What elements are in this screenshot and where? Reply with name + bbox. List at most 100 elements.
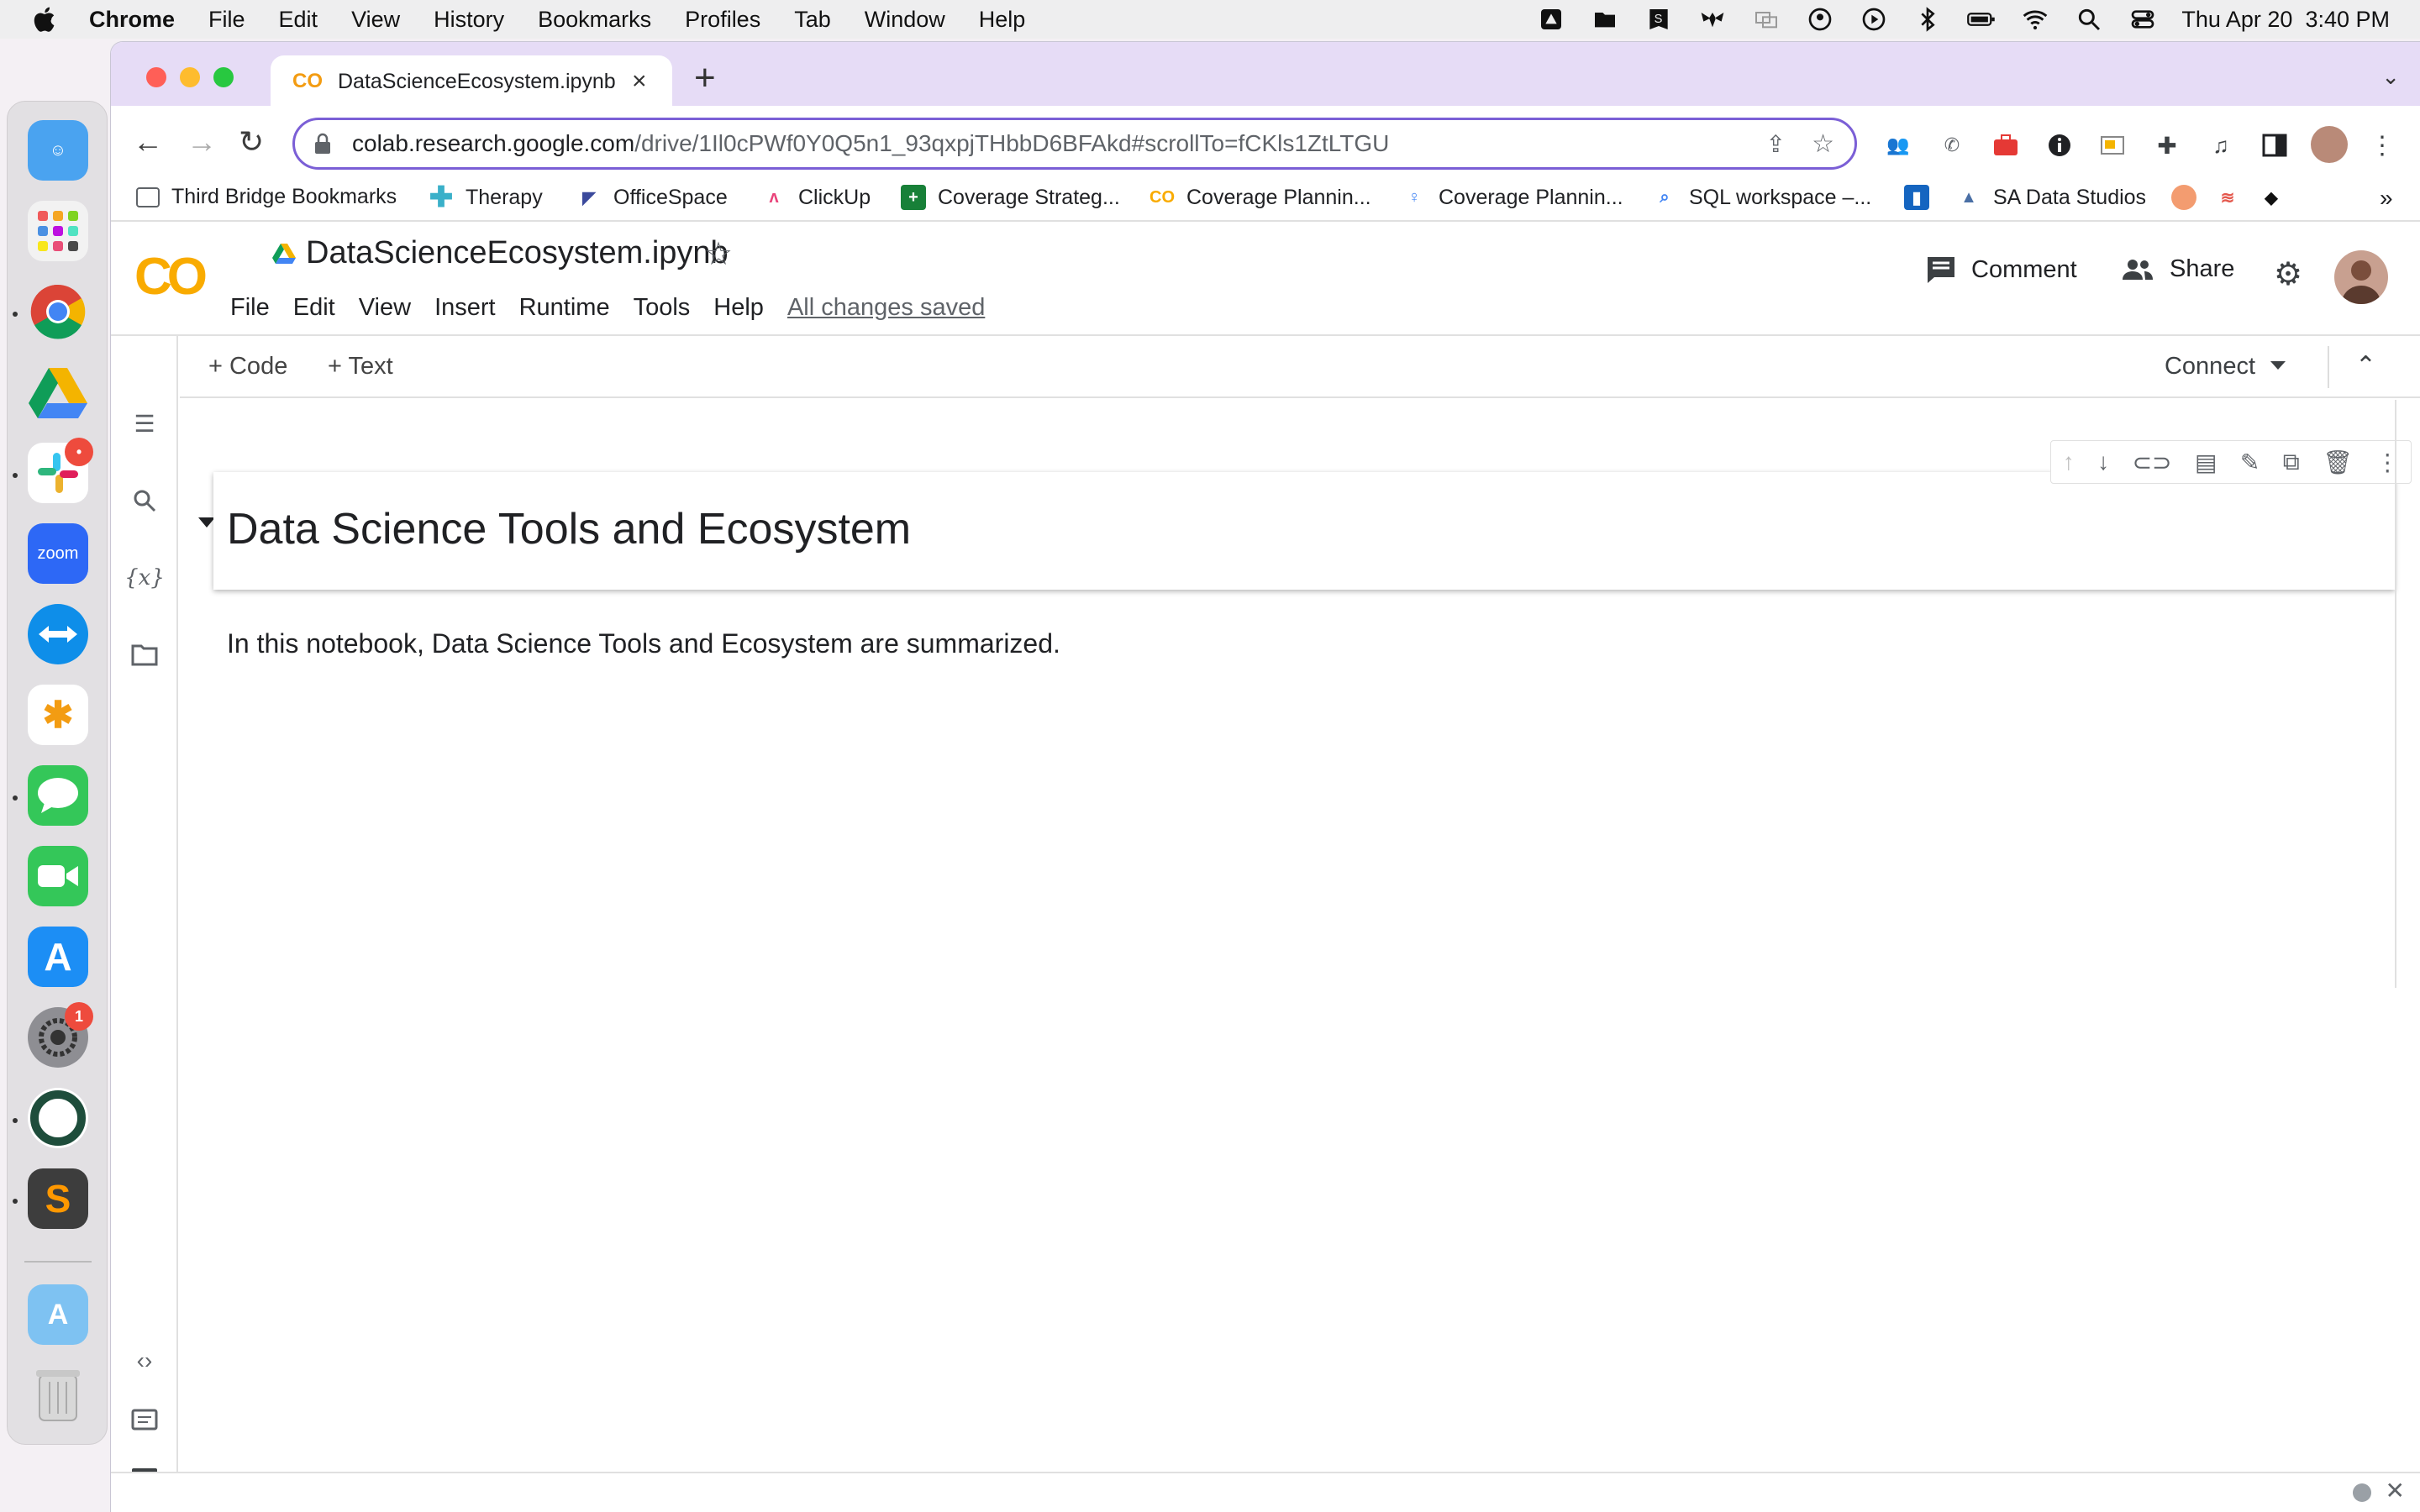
command-palette-icon[interactable] [129, 1404, 160, 1435]
play-circle-icon[interactable] [1859, 6, 1889, 33]
battery-icon[interactable] [1966, 6, 1996, 33]
side-panel-icon[interactable] [2260, 131, 2289, 160]
menubar-clock[interactable]: Thu Apr 20 3:40 PM [2181, 7, 2390, 33]
tab-search-chevron-icon[interactable]: ⌄ [2381, 64, 2400, 90]
folder-status-icon[interactable] [1590, 6, 1620, 33]
close-window-button[interactable] [146, 67, 166, 87]
google-drive-icon[interactable] [28, 362, 88, 423]
bookmark-coverage-planning-1[interactable]: CO Coverage Plannin... [1150, 185, 1371, 210]
comment-button[interactable]: Comment [1926, 255, 2077, 284]
menu-file[interactable]: File [208, 7, 245, 33]
bookmark-officespace[interactable]: ◤ OfficeSpace [576, 185, 727, 210]
zoom-icon[interactable]: zoom [28, 523, 88, 584]
menu-window[interactable]: Window [865, 7, 945, 33]
people-extension-icon[interactable]: 👥 [1884, 131, 1912, 160]
slack-icon[interactable]: • [28, 438, 93, 503]
edit-cell-icon[interactable]: ✎ [2240, 449, 2260, 476]
colab-menu-help[interactable]: Help [713, 294, 764, 322]
move-cell-down-icon[interactable]: ↓ [2097, 449, 2109, 475]
save-status[interactable]: All changes saved [787, 294, 985, 322]
files-folder-icon[interactable] [129, 640, 160, 670]
menu-help[interactable]: Help [979, 7, 1026, 33]
variables-icon[interactable]: {x} [124, 563, 165, 593]
colab-menu-runtime[interactable]: Runtime [519, 294, 610, 322]
notebook-title[interactable]: DataScienceEcosystem.ipynb [272, 235, 729, 271]
address-bar[interactable]: colab.research.google.com/drive/1Il0cPWf… [292, 118, 1857, 170]
profile-avatar-icon[interactable] [2311, 126, 2348, 163]
vertical-scrollbar[interactable] [2395, 400, 2420, 988]
applications-folder-icon[interactable]: A [28, 1284, 88, 1345]
cell-paragraph[interactable]: In this notebook, Data Science Tools and… [227, 628, 1060, 659]
menu-bookmarks[interactable]: Bookmarks [538, 7, 651, 33]
collapse-header-icon[interactable]: ⌃ [2355, 351, 2376, 381]
menu-history[interactable]: History [434, 7, 504, 33]
move-cell-up-icon[interactable]: ↑ [2063, 449, 2075, 475]
user-avatar[interactable] [2334, 250, 2388, 304]
launchpad-icon[interactable] [28, 201, 88, 261]
lock-icon[interactable] [313, 133, 332, 155]
colab-menu-insert[interactable]: Insert [434, 294, 496, 322]
screenshot-extension-icon[interactable] [2099, 131, 2128, 160]
finder-icon[interactable]: ☺ [28, 120, 88, 181]
colab-menu-view[interactable]: View [359, 294, 411, 322]
colab-logo[interactable]: CO [134, 247, 208, 307]
bookmark-star-icon[interactable]: ☆ [1812, 129, 1834, 159]
close-tab-icon[interactable]: × [632, 67, 647, 96]
teamviewer-icon[interactable] [28, 604, 88, 664]
code-snippets-icon[interactable]: ‹› [129, 1346, 160, 1376]
bookmark-therapy[interactable]: ✚ Therapy [429, 181, 543, 213]
wifi-icon[interactable] [2020, 6, 2050, 33]
connect-button[interactable]: Connect [2165, 353, 2255, 381]
mirror-cell-icon[interactable]: ⧉ [2283, 449, 2300, 476]
briefcase-extension-icon[interactable] [1991, 131, 2020, 160]
bookmark-sa-data-studios[interactable]: ▲ SA Data Studios [1956, 185, 2146, 210]
add-comment-icon[interactable]: ▤ [2195, 449, 2217, 476]
minimize-window-button[interactable] [180, 67, 200, 87]
link-to-cell-icon[interactable]: ⊂⊃ [2133, 449, 2172, 476]
star-notebook-icon[interactable]: ☆ [704, 235, 733, 273]
menu-tab[interactable]: Tab [794, 7, 831, 33]
colab-menu-edit[interactable]: Edit [293, 294, 335, 322]
bookmarks-overflow-button[interactable]: » [2380, 185, 2393, 212]
section-collapse-icon[interactable] [198, 517, 215, 528]
colab-menu-file[interactable]: File [230, 294, 270, 322]
apple-icon[interactable] [30, 4, 57, 34]
sublime-text-icon[interactable]: S [28, 1168, 88, 1229]
circle-app-icon[interactable] [28, 1088, 88, 1148]
app-name[interactable]: Chrome [89, 7, 175, 33]
drive-status-icon[interactable] [1536, 6, 1566, 33]
back-button[interactable]: ← [133, 124, 163, 160]
puzzle-extensions-icon[interactable]: ✚ [2153, 131, 2181, 160]
s-app-icon[interactable]: S [1644, 6, 1674, 33]
menu-profiles[interactable]: Profiles [685, 7, 760, 33]
active-tab[interactable]: CO DataScienceEcosystem.ipynb - Colab × [271, 55, 672, 108]
app-store-icon[interactable]: A [28, 927, 88, 987]
trash-icon[interactable] [28, 1365, 88, 1425]
connect-dropdown-icon[interactable] [2270, 361, 2286, 370]
share-button[interactable]: Share [2121, 255, 2234, 283]
status-indicator-icon[interactable] [2353, 1483, 2371, 1502]
bookmark-sql-workspace[interactable]: ⌕ SQL workspace –... [1652, 185, 1871, 210]
bookmark-wave[interactable]: ≋ [2215, 185, 2252, 210]
media-control-icon[interactable]: ♫ [2207, 131, 2235, 160]
bluetooth-icon[interactable] [1912, 6, 1943, 33]
reload-button[interactable]: ↻ [239, 124, 264, 160]
messages-icon[interactable] [28, 765, 88, 826]
bookmark-face[interactable] [2171, 185, 2208, 210]
delete-cell-icon[interactable]: 🗑 [2323, 449, 2353, 476]
bookmark-shield[interactable]: ◆ [2259, 185, 2296, 210]
chrome-icon[interactable] [28, 281, 88, 342]
search-icon[interactable] [129, 486, 160, 516]
bookmark-third-bridge[interactable]: Third Bridge Bookmarks [136, 185, 397, 209]
table-of-contents-icon[interactable]: ☰ [129, 408, 160, 438]
menu-view[interactable]: View [351, 7, 400, 33]
user-circle-icon[interactable] [1805, 6, 1835, 33]
bookmark-coverage-planning-2[interactable]: ♀ Coverage Plannin... [1402, 185, 1623, 210]
zoom-window-button[interactable] [213, 67, 234, 87]
facetime-icon[interactable] [28, 846, 88, 906]
forward-button[interactable]: → [187, 124, 217, 160]
bookmark-trello[interactable]: ▮ [1904, 185, 1941, 210]
system-settings-icon[interactable]: 1 [28, 1002, 93, 1068]
control-center-icon[interactable] [2128, 6, 2158, 33]
settings-gear-icon[interactable]: ⚙ [2274, 255, 2302, 293]
